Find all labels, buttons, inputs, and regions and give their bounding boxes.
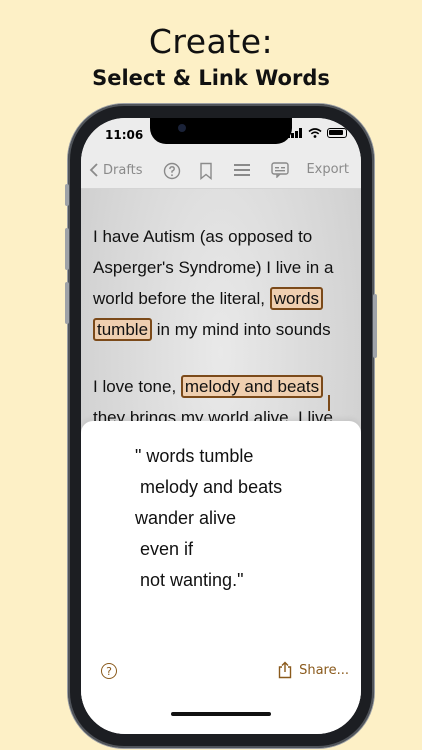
paragraph-2-text: I love tone, <box>93 377 181 396</box>
selection-handle[interactable] <box>328 395 330 411</box>
action-button <box>65 184 69 206</box>
share-label: Share... <box>299 662 349 678</box>
status-time: 11:06 <box>105 128 144 142</box>
help-circle-icon: ? <box>106 665 112 678</box>
poem-line: not wanting." <box>135 570 244 590</box>
notch <box>150 118 292 144</box>
share-button[interactable]: Share... <box>277 661 349 679</box>
text-align-icon <box>234 164 250 176</box>
poem-line: " words tumble <box>135 446 254 466</box>
bookmark-button[interactable] <box>199 162 213 180</box>
volume-up-button <box>65 228 69 270</box>
headline-subtitle: Select & Link Words <box>92 66 330 90</box>
share-icon <box>278 661 292 679</box>
chevron-left-icon <box>89 163 98 177</box>
poem-line: even if <box>135 539 194 559</box>
power-button <box>373 294 377 358</box>
export-button[interactable]: Export <box>306 162 349 177</box>
captions-button[interactable] <box>271 162 289 178</box>
caption-icon <box>271 162 289 178</box>
poem-preview: " words tumble melody and beats wander a… <box>135 441 282 596</box>
highlight-melody-and-beats[interactable]: melody and beats <box>180 375 324 398</box>
highlight-words[interactable]: words <box>269 287 324 310</box>
back-label: Drafts <box>103 162 143 178</box>
help-button[interactable] <box>163 162 181 180</box>
export-label: Export <box>306 162 349 177</box>
battery-icon <box>327 128 347 138</box>
text-format-button[interactable] <box>233 162 251 178</box>
home-indicator <box>171 712 271 716</box>
phone-screen: 11:06 Drafts Export I have Autism (as op… <box>81 118 361 734</box>
camera-icon <box>178 124 186 132</box>
volume-down-button <box>65 282 69 324</box>
headline-title: Create: <box>148 22 274 61</box>
status-icons <box>287 128 347 138</box>
back-button[interactable]: Drafts <box>89 162 143 178</box>
paragraph-1: I have Autism (as opposed to Asperger's … <box>93 221 355 345</box>
bookmark-icon <box>200 162 212 180</box>
sheet-help-button[interactable]: ? <box>101 663 117 679</box>
paragraph-1-end: in my mind into sounds <box>152 320 331 339</box>
help-circle-icon <box>163 162 181 180</box>
wifi-icon <box>308 128 322 138</box>
poem-line: wander alive <box>135 508 237 528</box>
poem-line: melody and beats <box>135 477 283 497</box>
phone-frame: 11:06 Drafts Export I have Autism (as op… <box>65 104 377 748</box>
linked-words-sheet: " words tumble melody and beats wander a… <box>81 421 361 734</box>
highlight-tumble[interactable]: tumble <box>93 318 153 341</box>
reader-toolbar: Drafts Export <box>81 156 361 189</box>
